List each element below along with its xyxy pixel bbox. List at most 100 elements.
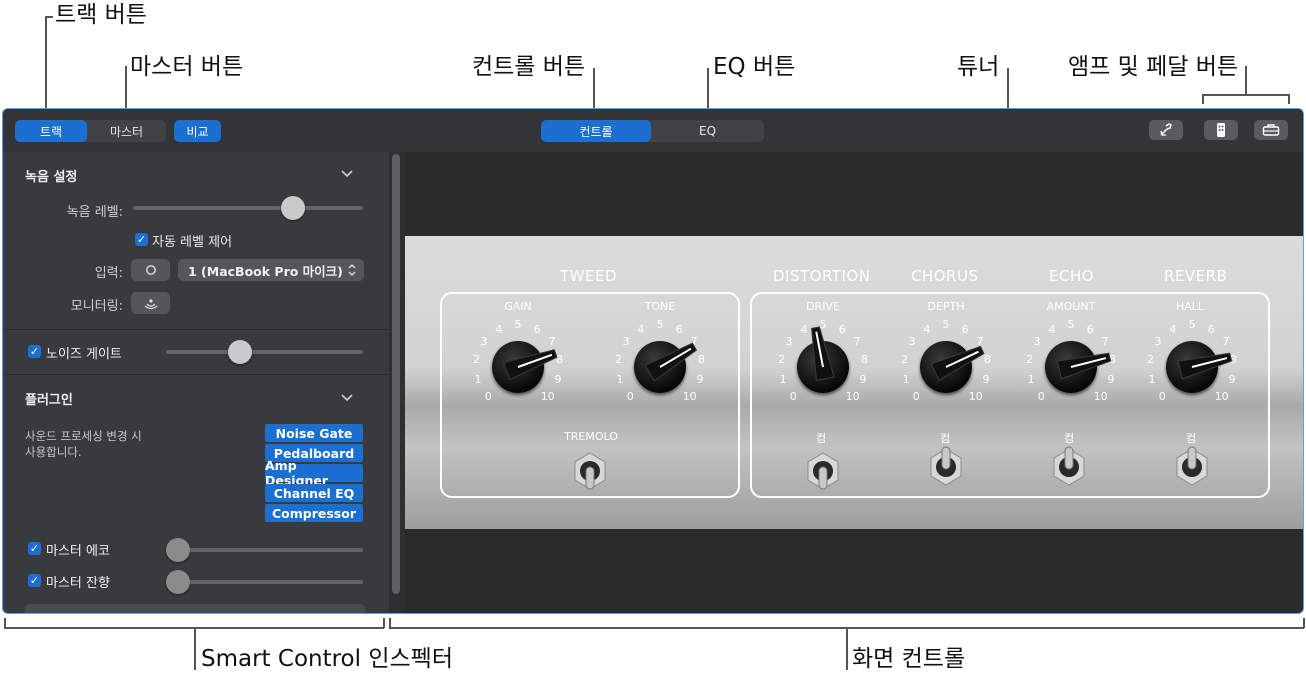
tweed-title: TWEED	[560, 267, 617, 285]
chorus-on-label: 컴	[939, 432, 951, 445]
master-echo-label: 마스터 에코	[46, 544, 110, 559]
eq-button[interactable]: EQ	[651, 120, 764, 142]
master-reverb-slider[interactable]	[166, 580, 363, 584]
gain-knob-pointer	[503, 349, 558, 381]
truncated-section	[25, 604, 365, 613]
callout-screen-controls: 화면 컨트롤	[852, 646, 966, 672]
callout-line	[846, 627, 848, 670]
plugin-compressor[interactable]: Compressor	[265, 504, 363, 522]
smart-controls-window: 트랙 마스터 비교 컨트롤 EQ 녹음 설정 녹음 레벨: ✓ 자동 레벨 제어…	[2, 108, 1304, 614]
chevron-down-icon[interactable]	[340, 169, 354, 179]
input-select-value: 1 (MacBook Pro 마이크)	[188, 263, 343, 279]
master-echo-slider[interactable]	[166, 548, 363, 552]
compare-button[interactable]: 비교	[174, 120, 221, 142]
master-button[interactable]: 마스터	[87, 120, 166, 142]
bracket-inspector	[383, 618, 385, 628]
record-level-label: 녹음 레벨:	[66, 205, 123, 220]
callout-line	[1245, 66, 1247, 95]
distortion-on-label: 컴	[815, 432, 827, 445]
tone-knob-pointer	[644, 342, 698, 382]
input-select[interactable]: 1 (MacBook Pro 마이크)	[178, 259, 364, 281]
tuner-button[interactable]	[1149, 120, 1183, 140]
callout-smart-control-inspector: Smart Control 인스펙터	[201, 646, 453, 672]
noise-gate-slider[interactable]	[166, 350, 363, 354]
tremolo-toggle[interactable]	[571, 451, 609, 493]
monitoring-button[interactable]	[131, 292, 170, 314]
track-button[interactable]: 트랙	[15, 120, 87, 142]
plugin-amp-designer[interactable]: Amp Designer	[265, 458, 363, 488]
pedalboard-icon	[1262, 124, 1280, 136]
amp-button[interactable]	[1204, 120, 1238, 140]
noise-gate-label: 노이즈 게이트	[46, 347, 122, 362]
controls-button[interactable]: 컨트롤	[541, 120, 651, 142]
record-level-slider[interactable]	[133, 206, 363, 210]
auto-level-label: 자동 레벨 제어	[152, 235, 233, 250]
mono-input-icon	[145, 265, 156, 275]
hall-knob-pointer	[1177, 352, 1233, 380]
callout-track-button: 트랙 버튼	[55, 2, 147, 28]
chorus-title: CHORUS	[911, 267, 979, 285]
master-echo-thumb[interactable]	[166, 538, 190, 562]
master-reverb-label: 마스터 잔향	[46, 576, 110, 591]
tuner-icon	[1160, 123, 1172, 136]
amp-icon	[1217, 123, 1225, 137]
master-reverb-thumb[interactable]	[166, 570, 190, 594]
bracket-inspector	[4, 618, 6, 628]
echo-toggle[interactable]	[1050, 445, 1088, 487]
master-reverb-checkbox[interactable]: ✓	[28, 574, 41, 587]
depth-label: DEPTH	[927, 300, 965, 313]
noise-gate-thumb[interactable]	[228, 340, 253, 364]
echo-on-label: 컴	[1063, 432, 1075, 445]
auto-level-checkbox[interactable]: ✓	[135, 233, 148, 246]
tremolo-label: TREMOLO	[564, 430, 618, 443]
toolbar: 트랙 마스터 비교 컨트롤 EQ	[3, 109, 1303, 152]
gain-label: GAIN	[504, 300, 532, 313]
bracket-screen-controls	[389, 618, 391, 628]
callout-tuner: 튜너	[957, 54, 1000, 80]
smart-control-inspector: 녹음 설정 녹음 레벨: ✓ 자동 레벨 제어 입력: 1 (MacBook P…	[3, 152, 389, 613]
callout-line	[1202, 94, 1289, 96]
plugin-channel-eq[interactable]: Channel EQ	[265, 484, 363, 502]
controls-eq-segment: 컨트롤 EQ	[541, 120, 764, 142]
amount-knob-pointer	[1056, 352, 1112, 380]
monitoring-label: 모니터링:	[70, 299, 123, 314]
updown-chevron-icon	[348, 264, 356, 276]
callout-line	[1202, 94, 1204, 104]
noise-gate-checkbox[interactable]: ✓	[28, 345, 41, 358]
recording-settings-header: 녹음 설정	[25, 170, 78, 185]
monitoring-icon	[144, 299, 157, 309]
input-mono-button[interactable]	[131, 259, 170, 281]
distortion-title: DISTORTION	[773, 267, 871, 285]
drive-label: DRIVE	[806, 300, 840, 313]
plugins-description: 사운드 프로세싱 변경 시	[25, 429, 142, 443]
master-echo-checkbox[interactable]: ✓	[28, 542, 41, 555]
callout-eq-button: EQ 버튼	[713, 54, 796, 80]
echo-title: ECHO	[1049, 267, 1095, 285]
pedalboard-button[interactable]	[1254, 120, 1288, 140]
inspector-scroll-thumb[interactable]	[392, 154, 400, 594]
input-label: 입력:	[94, 266, 123, 281]
callout-line	[45, 16, 47, 118]
plugins-description: 사용합니다.	[25, 445, 82, 459]
reverb-toggle[interactable]	[1173, 445, 1211, 487]
record-level-thumb[interactable]	[281, 196, 306, 220]
distortion-toggle[interactable]	[804, 451, 842, 493]
amount-label: AMOUNT	[1046, 300, 1096, 313]
callout-line	[1288, 94, 1290, 104]
callout-master-button: 마스터 버튼	[130, 54, 244, 80]
chorus-toggle[interactable]	[927, 445, 965, 487]
bracket-screen-controls	[1303, 618, 1305, 628]
track-master-segment: 트랙 마스터	[15, 120, 166, 142]
depth-knob-pointer	[930, 345, 985, 381]
divider	[3, 374, 389, 375]
divider	[3, 329, 389, 330]
callout-controls-button: 컨트롤 버튼	[472, 54, 586, 80]
callout-line	[194, 627, 196, 670]
plugin-noise-gate[interactable]: Noise Gate	[265, 424, 363, 442]
reverb-on-label: 컴	[1185, 432, 1197, 445]
callout-amp-pedal: 앰프 및 페달 버튼	[1068, 54, 1239, 80]
reverb-title: REVERB	[1164, 267, 1228, 285]
drive-knob-pointer	[811, 326, 835, 382]
chevron-down-icon[interactable]	[340, 393, 354, 403]
hall-label: HALL	[1175, 300, 1205, 313]
